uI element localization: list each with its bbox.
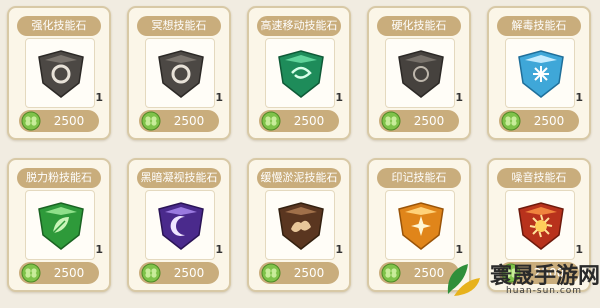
- clover-coin-icon: [501, 111, 521, 131]
- price-tag: 2500: [139, 262, 219, 284]
- clover-coin-icon: [21, 263, 41, 283]
- price-tag: 2500: [259, 262, 339, 284]
- item-card[interactable]: 解毒技能石 1 2500: [487, 6, 591, 140]
- purple-moon-gem-icon: [158, 202, 204, 250]
- item-slot: [505, 38, 575, 108]
- item-quantity: 1: [575, 91, 583, 104]
- clover-coin-icon: [261, 111, 281, 131]
- grey-ring-gem-icon: [38, 50, 84, 98]
- item-card[interactable]: 强化技能石 1 2500: [7, 6, 111, 140]
- item-card[interactable]: 硬化技能石 1 2500: [367, 6, 471, 140]
- price-amount: 2500: [293, 114, 325, 128]
- item-quantity: 1: [95, 91, 103, 104]
- price-tag: 2500: [379, 110, 459, 132]
- price-amount: 2500: [413, 114, 445, 128]
- item-card[interactable]: 高速移动技能石 1 2500: [247, 6, 351, 140]
- price-amount: 2500: [533, 114, 565, 128]
- item-quantity: 1: [455, 243, 463, 256]
- item-name: 缓慢淤泥技能石: [257, 168, 341, 188]
- clover-coin-icon: [261, 263, 281, 283]
- item-slot: [385, 38, 455, 108]
- item-card[interactable]: 缓慢淤泥技能石 1 2500: [247, 158, 351, 292]
- item-slot: [145, 190, 215, 260]
- item-name: 强化技能石: [17, 16, 101, 36]
- item-name: 硬化技能石: [377, 16, 461, 36]
- price-amount: 2500: [173, 266, 205, 280]
- item-quantity: 1: [215, 91, 223, 104]
- item-slot: [265, 38, 335, 108]
- grey-ring-gem-icon: [158, 50, 204, 98]
- grey-plain-gem-icon: [398, 50, 444, 98]
- item-card[interactable]: 冥想技能石 1 2500: [127, 6, 231, 140]
- green-swirl-gem-icon: [278, 50, 324, 98]
- item-slot: [25, 38, 95, 108]
- item-slot: [145, 38, 215, 108]
- item-quantity: 1: [335, 243, 343, 256]
- price-amount: 2500: [53, 114, 85, 128]
- item-name: 解毒技能石: [497, 16, 581, 36]
- price-amount: 2500: [293, 266, 325, 280]
- green-leaf-gem-icon: [38, 202, 84, 250]
- item-quantity: 1: [575, 243, 583, 256]
- price-amount: 2500: [173, 114, 205, 128]
- price-tag: 2500: [19, 262, 99, 284]
- item-name: 黑暗凝视技能石: [137, 168, 221, 188]
- site-watermark: 寰晟手游网 huan-sun.com: [442, 256, 600, 302]
- item-card[interactable]: 黑暗凝视技能石 1 2500: [127, 158, 231, 292]
- item-quantity: 1: [335, 91, 343, 104]
- clover-coin-icon: [21, 111, 41, 131]
- red-burst-gem-icon: [518, 202, 564, 250]
- item-slot: [385, 190, 455, 260]
- clover-coin-icon: [141, 111, 161, 131]
- clover-coin-icon: [381, 263, 401, 283]
- brown-mud-gem-icon: [278, 202, 324, 250]
- item-slot: [25, 190, 95, 260]
- item-name: 噪音技能石: [497, 168, 581, 188]
- price-tag: 2500: [259, 110, 339, 132]
- ice-blue-gem-icon: [518, 50, 564, 98]
- watermark-url: huan-sun.com: [506, 286, 583, 296]
- item-slot: [505, 190, 575, 260]
- orange-sparkle-gem-icon: [398, 202, 444, 250]
- item-slot: [265, 190, 335, 260]
- item-quantity: 1: [455, 91, 463, 104]
- leaf-logo-icon: [447, 264, 480, 296]
- price-tag: 2500: [499, 110, 579, 132]
- item-quantity: 1: [95, 243, 103, 256]
- clover-coin-icon: [141, 263, 161, 283]
- price-amount: 2500: [53, 266, 85, 280]
- price-tag: 2500: [139, 110, 219, 132]
- item-name: 印记技能石: [377, 168, 461, 188]
- item-quantity: 1: [215, 243, 223, 256]
- price-tag: 2500: [19, 110, 99, 132]
- clover-coin-icon: [381, 111, 401, 131]
- item-name: 脱力粉技能石: [17, 168, 101, 188]
- item-name: 高速移动技能石: [257, 16, 341, 36]
- item-card[interactable]: 脱力粉技能石 1 2500: [7, 158, 111, 292]
- item-name: 冥想技能石: [137, 16, 221, 36]
